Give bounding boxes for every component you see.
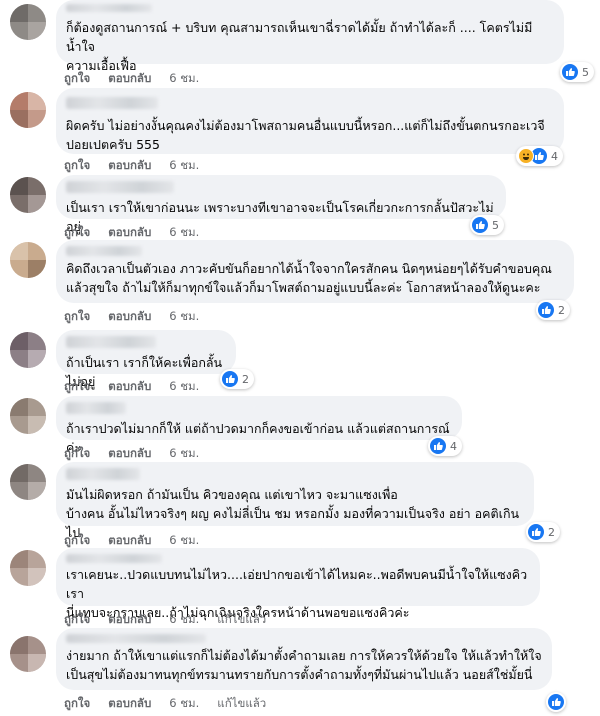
avatar[interactable] xyxy=(10,4,46,40)
reaction-count[interactable]: 2 xyxy=(536,300,570,320)
reply-link[interactable]: ตอบกลับ xyxy=(108,225,151,239)
like-link[interactable]: ถูกใจ xyxy=(64,446,90,460)
comment-actions: ถูกใจ ตอบกลับ 6 ชม. แก้ไขแล้ว xyxy=(64,611,284,629)
comment-text: ผิดครับ ไม่อย่างงั้นคุณคงไม่ต้องมาโพสถาม… xyxy=(66,118,545,152)
reply-link[interactable]: ตอบกลับ xyxy=(108,612,151,626)
reply-link[interactable]: ตอบกลับ xyxy=(108,533,151,547)
avatar[interactable] xyxy=(10,177,46,213)
like-link[interactable]: ถูกใจ xyxy=(64,225,90,239)
avatar[interactable] xyxy=(10,242,46,278)
comment-actions: ถูกใจ ตอบกลับ 6 ชม. xyxy=(64,157,217,175)
like-icon xyxy=(430,438,446,454)
comment-actions: ถูกใจ ตอบกลับ 6 ชม. xyxy=(64,378,217,396)
like-icon xyxy=(472,217,488,233)
haha-icon xyxy=(518,148,534,164)
comment-text: ก็ต้องดูสถานการณ์ + บริบท คุณสามารถเห็นเ… xyxy=(66,20,533,73)
comment-actions: ถูกใจ ตอบกลับ 6 ชม. xyxy=(64,445,217,463)
like-link[interactable]: ถูกใจ xyxy=(64,612,90,626)
avatar[interactable] xyxy=(10,636,46,672)
reaction-count[interactable]: 5 xyxy=(470,215,504,235)
timestamp[interactable]: 6 ชม. xyxy=(169,446,199,460)
commenter-name[interactable] xyxy=(66,97,158,109)
comment-bubble: เราเคยนะ..ปวดแบบทนไม่ไหว....เอ่ยปากขอเข้… xyxy=(56,548,540,620)
like-link[interactable]: ถูกใจ xyxy=(64,71,90,85)
comment-bubble: เป็นเรา เราให้เขาก่อนนะ เพราะบางทีเขาอาจ… xyxy=(56,175,506,234)
comment-bubble: ก็ต้องดูสถานการณ์ + บริบท คุณสามารถเห็นเ… xyxy=(56,0,564,73)
comment-bubble: ถ้าเป็นเรา เราก็ให้คะเพื่อกลั้นไม่อยู่ xyxy=(56,330,236,389)
like-icon xyxy=(562,64,578,80)
timestamp[interactable]: 6 ชม. xyxy=(169,379,199,393)
comment-bubble: ผิดครับ ไม่อย่างงั้นคุณคงไม่ต้องมาโพสถาม… xyxy=(56,88,564,154)
comment-actions: ถูกใจ ตอบกลับ 6 ชม. xyxy=(64,70,217,88)
like-link[interactable]: ถูกใจ xyxy=(64,379,90,393)
reply-link[interactable]: ตอบกลับ xyxy=(108,696,151,710)
avatar[interactable] xyxy=(10,550,46,586)
timestamp[interactable]: 6 ชม. xyxy=(169,158,199,172)
avatar[interactable] xyxy=(10,398,46,434)
reaction-count[interactable]: 2 xyxy=(220,369,254,389)
reaction-count[interactable]: 4 xyxy=(428,436,462,456)
comment-bubble: ถ้าเราปวดไม่มากก็ให้ แต่ถ้าปวดมากก็คงขอเ… xyxy=(56,396,462,455)
commenter-name[interactable] xyxy=(66,554,162,563)
comment-bubble: คิดถึงเวลาเป็นตัวเอง ภาวะคับขันก็อยากได้… xyxy=(56,240,574,303)
avatar[interactable] xyxy=(10,332,46,368)
commenter-name[interactable] xyxy=(66,246,142,256)
avatar[interactable] xyxy=(10,92,46,128)
reaction-count[interactable]: 5 xyxy=(560,62,594,82)
reply-link[interactable]: ตอบกลับ xyxy=(108,379,151,393)
reaction-count[interactable]: 4 xyxy=(516,146,563,166)
commenter-name[interactable] xyxy=(66,181,174,193)
timestamp[interactable]: 6 ชม. xyxy=(169,612,199,626)
timestamp[interactable]: 6 ชม. xyxy=(169,533,199,547)
comment-actions: ถูกใจ ตอบกลับ 6 ชม. xyxy=(64,308,217,326)
timestamp[interactable]: 6 ชม. xyxy=(169,71,199,85)
reply-link[interactable]: ตอบกลับ xyxy=(108,446,151,460)
reply-link[interactable]: ตอบกลับ xyxy=(108,158,151,172)
comment-bubble: มันไม่ผิดหรอก ถ้ามันเป็น คิวของคุณ แต่เข… xyxy=(56,462,534,540)
like-link[interactable]: ถูกใจ xyxy=(64,309,90,323)
avatar[interactable] xyxy=(10,464,46,500)
reaction-count[interactable]: 2 xyxy=(526,522,560,542)
timestamp[interactable]: 6 ชม. xyxy=(169,309,199,323)
like-link[interactable]: ถูกใจ xyxy=(64,158,90,172)
commenter-name[interactable] xyxy=(66,468,140,480)
like-icon xyxy=(538,302,554,318)
timestamp[interactable]: 6 ชม. xyxy=(169,225,199,239)
commenter-name[interactable] xyxy=(66,336,156,348)
commenter-name[interactable] xyxy=(66,4,152,12)
like-icon xyxy=(548,694,564,710)
comment-bubble: ง่ายมาก ถ้าให้เขาแต่แรกก็ไม่ต้องได้มาตั้… xyxy=(56,628,552,690)
comment-text: ง่ายมาก ถ้าให้เขาแต่แรกก็ไม่ต้องได้มาตั้… xyxy=(66,648,542,682)
edited-label[interactable]: แก้ไขแล้ว xyxy=(217,612,266,626)
like-icon xyxy=(222,371,238,387)
edited-label[interactable]: แก้ไขแล้ว xyxy=(217,696,266,710)
reaction-count[interactable] xyxy=(546,692,566,712)
like-link[interactable]: ถูกใจ xyxy=(64,533,90,547)
comment-actions: ถูกใจ ตอบกลับ 6 ชม. แก้ไขแล้ว xyxy=(64,695,284,713)
reply-link[interactable]: ตอบกลับ xyxy=(108,309,151,323)
comment-text: คิดถึงเวลาเป็นตัวเอง ภาวะคับขันก็อยากได้… xyxy=(66,261,552,295)
reply-link[interactable]: ตอบกลับ xyxy=(108,71,151,85)
like-icon xyxy=(528,524,544,540)
commenter-name[interactable] xyxy=(66,402,126,414)
commenter-name[interactable] xyxy=(66,634,206,643)
like-link[interactable]: ถูกใจ xyxy=(64,696,90,710)
timestamp[interactable]: 6 ชม. xyxy=(169,696,199,710)
